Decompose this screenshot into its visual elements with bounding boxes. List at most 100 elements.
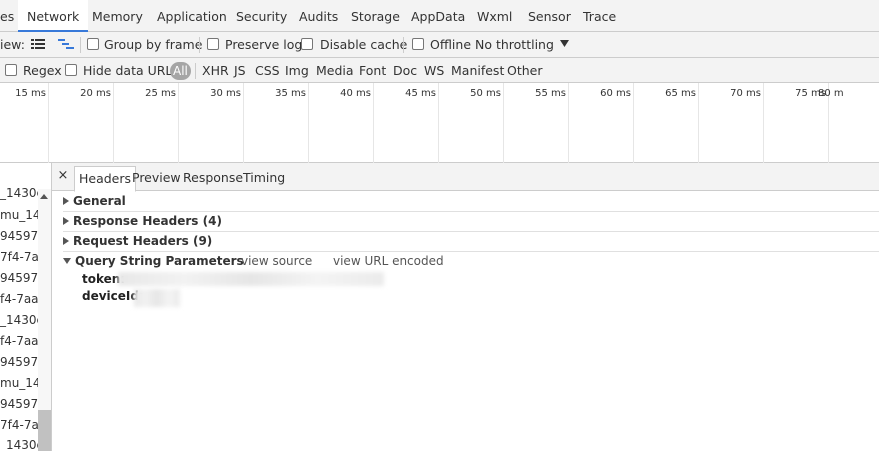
filter-manifest[interactable]: Manifest [451, 58, 504, 83]
view-url-encoded-link[interactable]: view URL encoded [333, 251, 444, 271]
section-response-headers-title: Response Headers (4) [73, 214, 222, 228]
waterfall-view-icon[interactable] [58, 39, 74, 50]
timeline-overview[interactable]: 15 ms 20 ms 25 ms 30 ms 35 ms 40 ms 45 m… [0, 83, 879, 163]
timeline-tick [113, 83, 114, 163]
preserve-log-checkbox[interactable] [207, 38, 219, 50]
regex-label: Regex [23, 63, 62, 78]
filter-doc[interactable]: Doc [393, 58, 417, 83]
timeline-tick-label: 65 ms [665, 88, 696, 99]
filter-img[interactable]: Img [285, 58, 309, 83]
section-general[interactable]: General [63, 191, 879, 211]
view-label: iew: [0, 37, 25, 52]
request-list: _1430c7 mu_143 945979 7f4-7aa 945979 f4-… [0, 163, 52, 451]
tab-storage[interactable]: Storage [351, 0, 400, 32]
expand-arrow-icon [63, 217, 69, 225]
list-item[interactable]: 945979 [0, 268, 38, 289]
tab-timing[interactable]: Timing [239, 166, 289, 191]
timeline-tick [503, 83, 504, 163]
list-item[interactable]: _1430c7 [0, 435, 38, 451]
divider [199, 37, 200, 53]
tab-application[interactable]: Application [157, 0, 227, 32]
tab-audits[interactable]: Audits [299, 0, 338, 32]
filter-media[interactable]: Media [316, 58, 354, 83]
hide-data-urls-label: Hide data URLs [83, 63, 179, 78]
disable-cache-label: Disable cache [320, 37, 408, 52]
tab-elements-partial[interactable]: es [0, 0, 14, 32]
tab-response[interactable]: Response [179, 166, 247, 191]
filter-bar: Regex Hide data URLs All XHR JS CSS Img … [0, 58, 879, 83]
filter-xhr[interactable]: XHR [202, 58, 229, 83]
scroll-up-arrow-icon[interactable] [40, 194, 48, 199]
expand-arrow-icon [63, 197, 69, 205]
list-item[interactable]: 7f4-7aa3 [0, 415, 38, 436]
timeline-tick-label: 30 ms [210, 88, 241, 99]
list-item[interactable]: 7f4-7aa [0, 247, 38, 268]
offline-label: Offline [430, 37, 472, 52]
list-item[interactable]: 945979 [0, 394, 38, 415]
section-response-headers[interactable]: Response Headers (4) [63, 211, 879, 231]
divider [403, 37, 404, 53]
tab-preview[interactable]: Preview [128, 166, 185, 191]
section-request-headers[interactable]: Request Headers (9) [63, 231, 879, 251]
list-item[interactable]: mu_143 [0, 373, 38, 394]
view-source-link[interactable]: view source [241, 251, 312, 271]
dropdown-arrow-icon[interactable] [560, 40, 569, 47]
divider [195, 63, 196, 79]
timeline-tick-label: 40 ms [340, 88, 371, 99]
timeline-tick-label: 50 ms [470, 88, 501, 99]
list-item[interactable]: mu_143 [0, 205, 38, 226]
filter-all-button[interactable]: All [170, 62, 191, 80]
throttling-select[interactable]: No throttling [475, 32, 554, 57]
filter-js[interactable]: JS [234, 58, 246, 83]
filter-css[interactable]: CSS [255, 58, 280, 83]
disable-cache-checkbox[interactable] [301, 38, 313, 50]
close-icon[interactable]: × [57, 168, 69, 183]
list-item[interactable]: f4-7aa3 [0, 331, 38, 352]
section-general-title: General [73, 194, 126, 208]
tab-trace[interactable]: Trace [583, 0, 616, 32]
tab-security[interactable]: Security [236, 0, 287, 32]
list-item[interactable]: 945979 [0, 352, 38, 373]
filter-other[interactable]: Other [507, 58, 543, 83]
tab-appdata[interactable]: AppData [411, 0, 465, 32]
tab-memory[interactable]: Memory [92, 0, 143, 32]
timeline-tick-label: 25 ms [145, 88, 176, 99]
offline-checkbox[interactable] [412, 38, 424, 50]
group-by-frame-label: Group by frame [104, 37, 203, 52]
list-item[interactable]: _1430c7 [0, 310, 38, 331]
preserve-log-label: Preserve log [225, 37, 303, 52]
timeline-tick-label: 20 ms [80, 88, 111, 99]
group-by-frame-checkbox[interactable] [87, 38, 99, 50]
list-item[interactable]: 945979 [0, 226, 38, 247]
redacted-deviceid-value [134, 289, 180, 307]
timeline-tick [633, 83, 634, 163]
timeline-tick-label: 55 ms [535, 88, 566, 99]
timeline-tick-label: 80 m [818, 88, 844, 99]
tab-headers[interactable]: Headers [74, 166, 137, 192]
section-request-headers-title: Request Headers (9) [73, 234, 213, 248]
list-view-icon[interactable] [31, 39, 45, 50]
timeline-tick-label: 70 ms [730, 88, 761, 99]
timeline-tick [48, 83, 49, 163]
timeline-tick [568, 83, 569, 163]
list-item[interactable]: _1430c7 [0, 183, 38, 204]
network-toolbar: iew: Group by frame Preserve log Disable… [0, 32, 879, 58]
hide-data-urls-checkbox[interactable] [65, 64, 77, 76]
list-item[interactable]: f4-7aa3 [0, 289, 38, 310]
tab-wxml[interactable]: Wxml [477, 0, 512, 32]
regex-checkbox[interactable] [5, 64, 17, 76]
timeline-tick [243, 83, 244, 163]
timeline-tick-label: 45 ms [405, 88, 436, 99]
timeline-tick [698, 83, 699, 163]
timeline-tick [373, 83, 374, 163]
timeline-tick-label: 15 ms [15, 88, 46, 99]
timeline-tick-label: 35 ms [275, 88, 306, 99]
tab-network[interactable]: Network [18, 0, 89, 32]
timeline-tick-label: 75 ms [795, 88, 826, 99]
filter-font[interactable]: Font [359, 58, 386, 83]
section-query-string[interactable]: Query String Parameters view source view… [63, 251, 879, 271]
timeline-tick-label: 60 ms [600, 88, 631, 99]
tab-sensor[interactable]: Sensor [528, 0, 571, 32]
scrollbar-thumb[interactable] [38, 410, 51, 451]
filter-ws[interactable]: WS [424, 58, 444, 83]
